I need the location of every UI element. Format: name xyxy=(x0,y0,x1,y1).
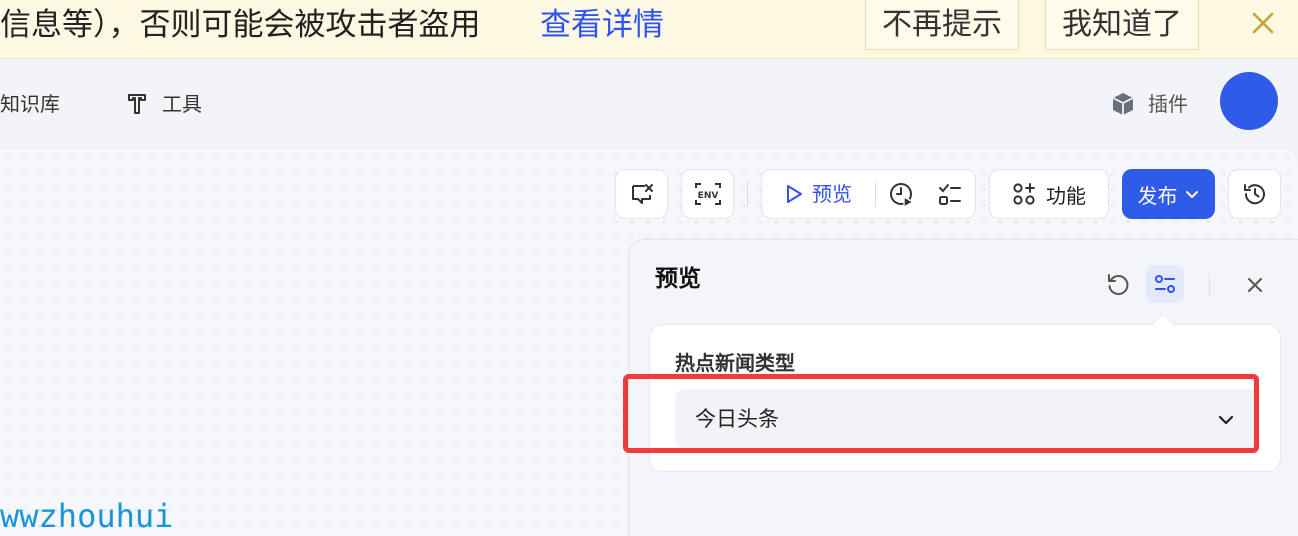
play-icon xyxy=(787,185,802,203)
svg-text:ENV: ENV xyxy=(697,191,718,201)
nav-knowledge-base[interactable]: 知识库 xyxy=(0,90,60,118)
close-icon[interactable] xyxy=(1244,274,1266,296)
plugin-label: 插件 xyxy=(1148,92,1188,116)
env-button[interactable]: ENV xyxy=(681,169,734,219)
tool-icon xyxy=(128,94,146,114)
avatar[interactable] xyxy=(1220,72,1278,130)
field-label: 热点新闻类型 xyxy=(675,351,795,375)
view-details-link[interactable]: 查看详情 xyxy=(540,4,664,46)
plugin-button[interactable]: 插件 xyxy=(1110,90,1188,118)
got-it-button[interactable]: 我知道了 xyxy=(1045,0,1199,50)
close-icon[interactable] xyxy=(1248,8,1278,38)
nav-tools[interactable]: 工具 xyxy=(126,90,202,118)
preview-group: 预览 xyxy=(761,169,976,219)
reset-icon[interactable] xyxy=(1105,271,1131,297)
checklist-icon[interactable] xyxy=(936,181,964,209)
top-header: 知识库 工具 插件 xyxy=(0,60,1298,150)
dont-remind-button[interactable]: 不再提示 xyxy=(865,0,1019,50)
features-icon xyxy=(1013,183,1035,205)
card-pointer xyxy=(1151,312,1175,336)
version-history-button[interactable] xyxy=(1228,169,1281,219)
run-history-icon[interactable] xyxy=(888,181,916,209)
publish-button[interactable]: 发布 xyxy=(1122,169,1215,219)
settings-toggle-button[interactable] xyxy=(1146,265,1184,303)
watermark: wwzhouhui xyxy=(0,497,174,535)
features-button[interactable]: 功能 xyxy=(989,169,1109,219)
nav-tools-label: 工具 xyxy=(162,92,202,116)
chevron-down-icon xyxy=(1218,415,1234,425)
preview-button[interactable]: 预览 xyxy=(784,181,852,207)
toolbar-divider xyxy=(747,181,748,207)
chat-debug-icon xyxy=(631,184,653,204)
features-label: 功能 xyxy=(1046,183,1086,208)
publish-label: 发布 xyxy=(1137,183,1178,208)
input-card: 热点新闻类型 今日头条 xyxy=(649,312,1281,472)
history-icon xyxy=(1243,184,1265,205)
env-icon: ENV xyxy=(694,183,721,205)
debug-button[interactable] xyxy=(615,169,668,219)
chevron-down-icon xyxy=(1185,191,1198,198)
preview-label: 预览 xyxy=(812,182,852,206)
sliders-icon xyxy=(1155,275,1175,293)
preview-group-divider xyxy=(875,183,876,207)
banner-message: 信息等），否则可能会被攻击者盗用 xyxy=(0,7,481,43)
warning-banner: 信息等），否则可能会被攻击者盗用 查看详情 不再提示 我知道了 xyxy=(0,0,1298,59)
news-type-select[interactable]: 今日头条 xyxy=(675,389,1259,449)
panel-divider xyxy=(1209,274,1210,296)
panel-title: 预览 xyxy=(655,266,701,292)
cube-icon xyxy=(1112,93,1134,115)
preview-panel: 预览 热点新闻类型 今日头条 xyxy=(628,239,1298,536)
select-value: 今日头条 xyxy=(695,407,779,431)
